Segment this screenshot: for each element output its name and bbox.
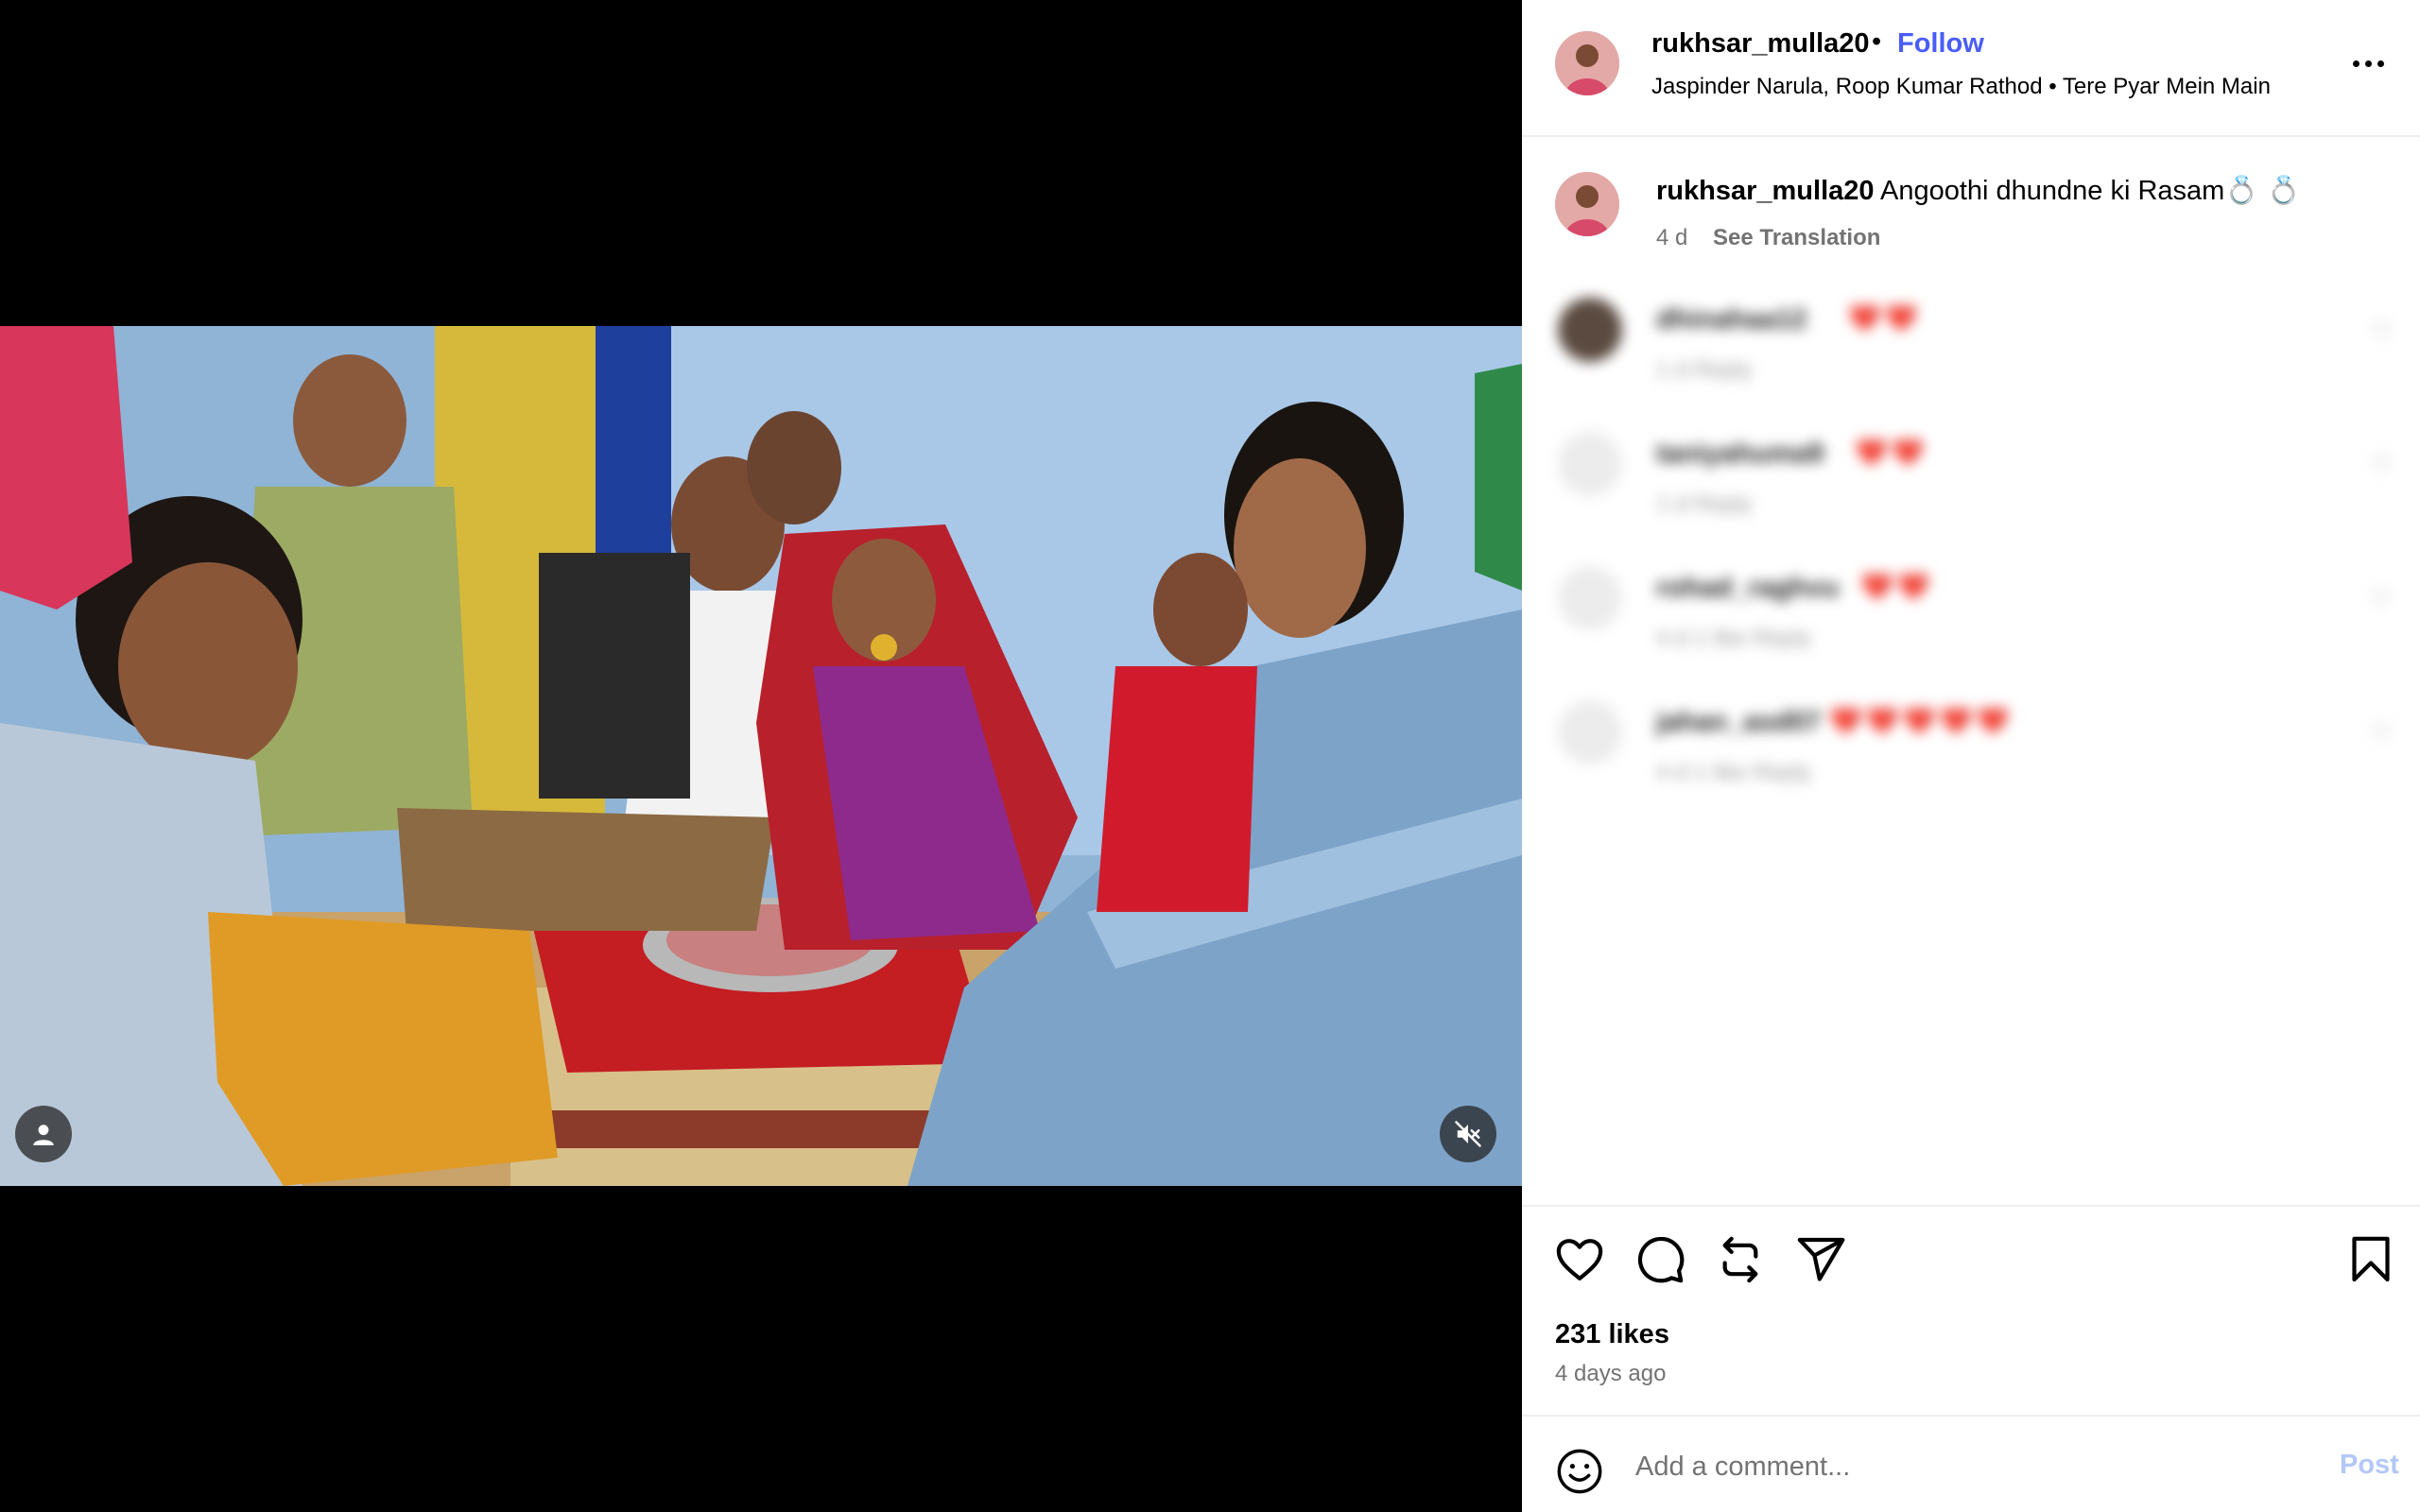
heart-icon[interactable]: ♡ — [2371, 451, 2393, 480]
more-dot — [2364, 60, 2372, 67]
follow-button[interactable]: Follow — [1897, 28, 1984, 60]
more-options-icon[interactable] — [2344, 49, 2392, 77]
comment-meta: 4 d 1 like Reply — [1656, 626, 1812, 651]
avatar[interactable] — [1558, 566, 1622, 630]
comment-username[interactable]: dhinahaa12 — [1656, 304, 1807, 335]
caption-text: Angoothi dhundne ki Rasam💍 💍 — [1874, 176, 2301, 206]
comment-text: ❤️❤️ — [1860, 572, 1934, 601]
post-date: 4 days ago — [1555, 1361, 1667, 1386]
comment-input[interactable] — [1635, 1440, 2203, 1493]
audio-track-link[interactable]: Jaspinder Narula, Roop Kumar Rathod • Te… — [1651, 74, 2271, 100]
heart-icon[interactable]: ♡ — [2371, 585, 2393, 614]
mute-toggle-button[interactable] — [1440, 1106, 1496, 1162]
post-comment-button[interactable]: Post — [2340, 1450, 2399, 1481]
emoji-icon — [1557, 1449, 1602, 1494]
caption-username[interactable]: rukhsar_mulla20 — [1656, 176, 1875, 206]
heart-icon — [1556, 1239, 1603, 1280]
send-button[interactable] — [1794, 1233, 1847, 1286]
video-frame — [0, 326, 1522, 1186]
bookmark-icon — [2352, 1236, 2390, 1282]
muted-speaker-icon — [1455, 1121, 1481, 1147]
post-author-username[interactable]: rukhsar_mulla20 — [1651, 28, 1870, 60]
avatar-image — [1555, 172, 1619, 236]
tagged-users-button[interactable] — [15, 1106, 72, 1162]
more-dot — [2377, 60, 2384, 67]
avatar-image — [1555, 31, 1619, 95]
post-side-panel: rukhsar_mulla20 • Follow Jaspinder Narul… — [1522, 0, 2420, 1512]
caption-timestamp[interactable]: 4 d — [1656, 225, 1687, 251]
heart-icon[interactable]: ♡ — [2371, 719, 2393, 748]
separator-dot: • — [1872, 26, 1882, 57]
comment-username[interactable]: jahan_asd07 — [1656, 707, 1821, 738]
see-translation-link[interactable]: See Translation — [1713, 225, 1880, 251]
avatar[interactable] — [1558, 432, 1622, 496]
emoji-button[interactable] — [1555, 1447, 1604, 1496]
repost-icon — [1722, 1236, 1758, 1283]
comments-list: dhinahaa12 ❤️❤️ 1 d Reply ♡ taniyahuma9 … — [1522, 284, 2420, 813]
comment-item: dhinahaa12 ❤️❤️ 1 d Reply ♡ — [1522, 284, 2420, 416]
avatar[interactable] — [1555, 31, 1619, 95]
comment-meta: 1 d Reply — [1656, 357, 1753, 383]
avatar[interactable] — [1558, 298, 1622, 362]
comment-item: jahan_asd07 ❤️❤️❤️❤️❤️ 4 d 1 like Reply … — [1522, 686, 2420, 818]
like-button[interactable] — [1553, 1233, 1606, 1286]
comment-item: taniyahuma9 ❤️❤️ 1 d Reply ♡ — [1522, 418, 2420, 550]
comment-text: ❤️❤️ — [1848, 303, 1922, 333]
comment-text: ❤️❤️ — [1855, 438, 1928, 467]
comment-username[interactable]: taniyahuma9 — [1656, 438, 1824, 470]
comment-item: rohad_raghvu ❤️❤️ 4 d 1 like Reply ♡ — [1522, 552, 2420, 684]
comment-text: ❤️❤️❤️❤️❤️ — [1829, 706, 2014, 735]
add-comment-bar: Post — [1522, 1415, 2420, 1512]
comment-username[interactable]: rohad_raghvu — [1656, 573, 1839, 604]
send-icon — [1797, 1237, 1845, 1281]
user-icon — [33, 1125, 54, 1145]
save-button[interactable] — [2344, 1233, 2397, 1286]
comment-meta: 1 d Reply — [1656, 491, 1753, 517]
post-header: rukhsar_mulla20 • Follow Jaspinder Narul… — [1522, 0, 2420, 137]
avatar[interactable] — [1555, 172, 1619, 236]
comment-icon — [1637, 1236, 1685, 1283]
post-caption: rukhsar_mulla20 Angoothi dhundne ki Rasa… — [1522, 161, 2420, 265]
caption-line: rukhsar_mulla20 Angoothi dhundne ki Rasa… — [1656, 175, 2301, 207]
heart-icon[interactable]: ♡ — [2371, 317, 2393, 346]
repost-button[interactable] — [1714, 1233, 1767, 1286]
comment-meta: 4 d 1 like Reply — [1656, 760, 1812, 785]
more-dot — [2352, 60, 2360, 67]
media-panel — [0, 0, 1522, 1512]
avatar[interactable] — [1558, 700, 1622, 765]
comment-button[interactable] — [1634, 1233, 1686, 1286]
video-player[interactable] — [0, 326, 1522, 1186]
likes-count[interactable]: 231 likes — [1555, 1319, 1669, 1350]
